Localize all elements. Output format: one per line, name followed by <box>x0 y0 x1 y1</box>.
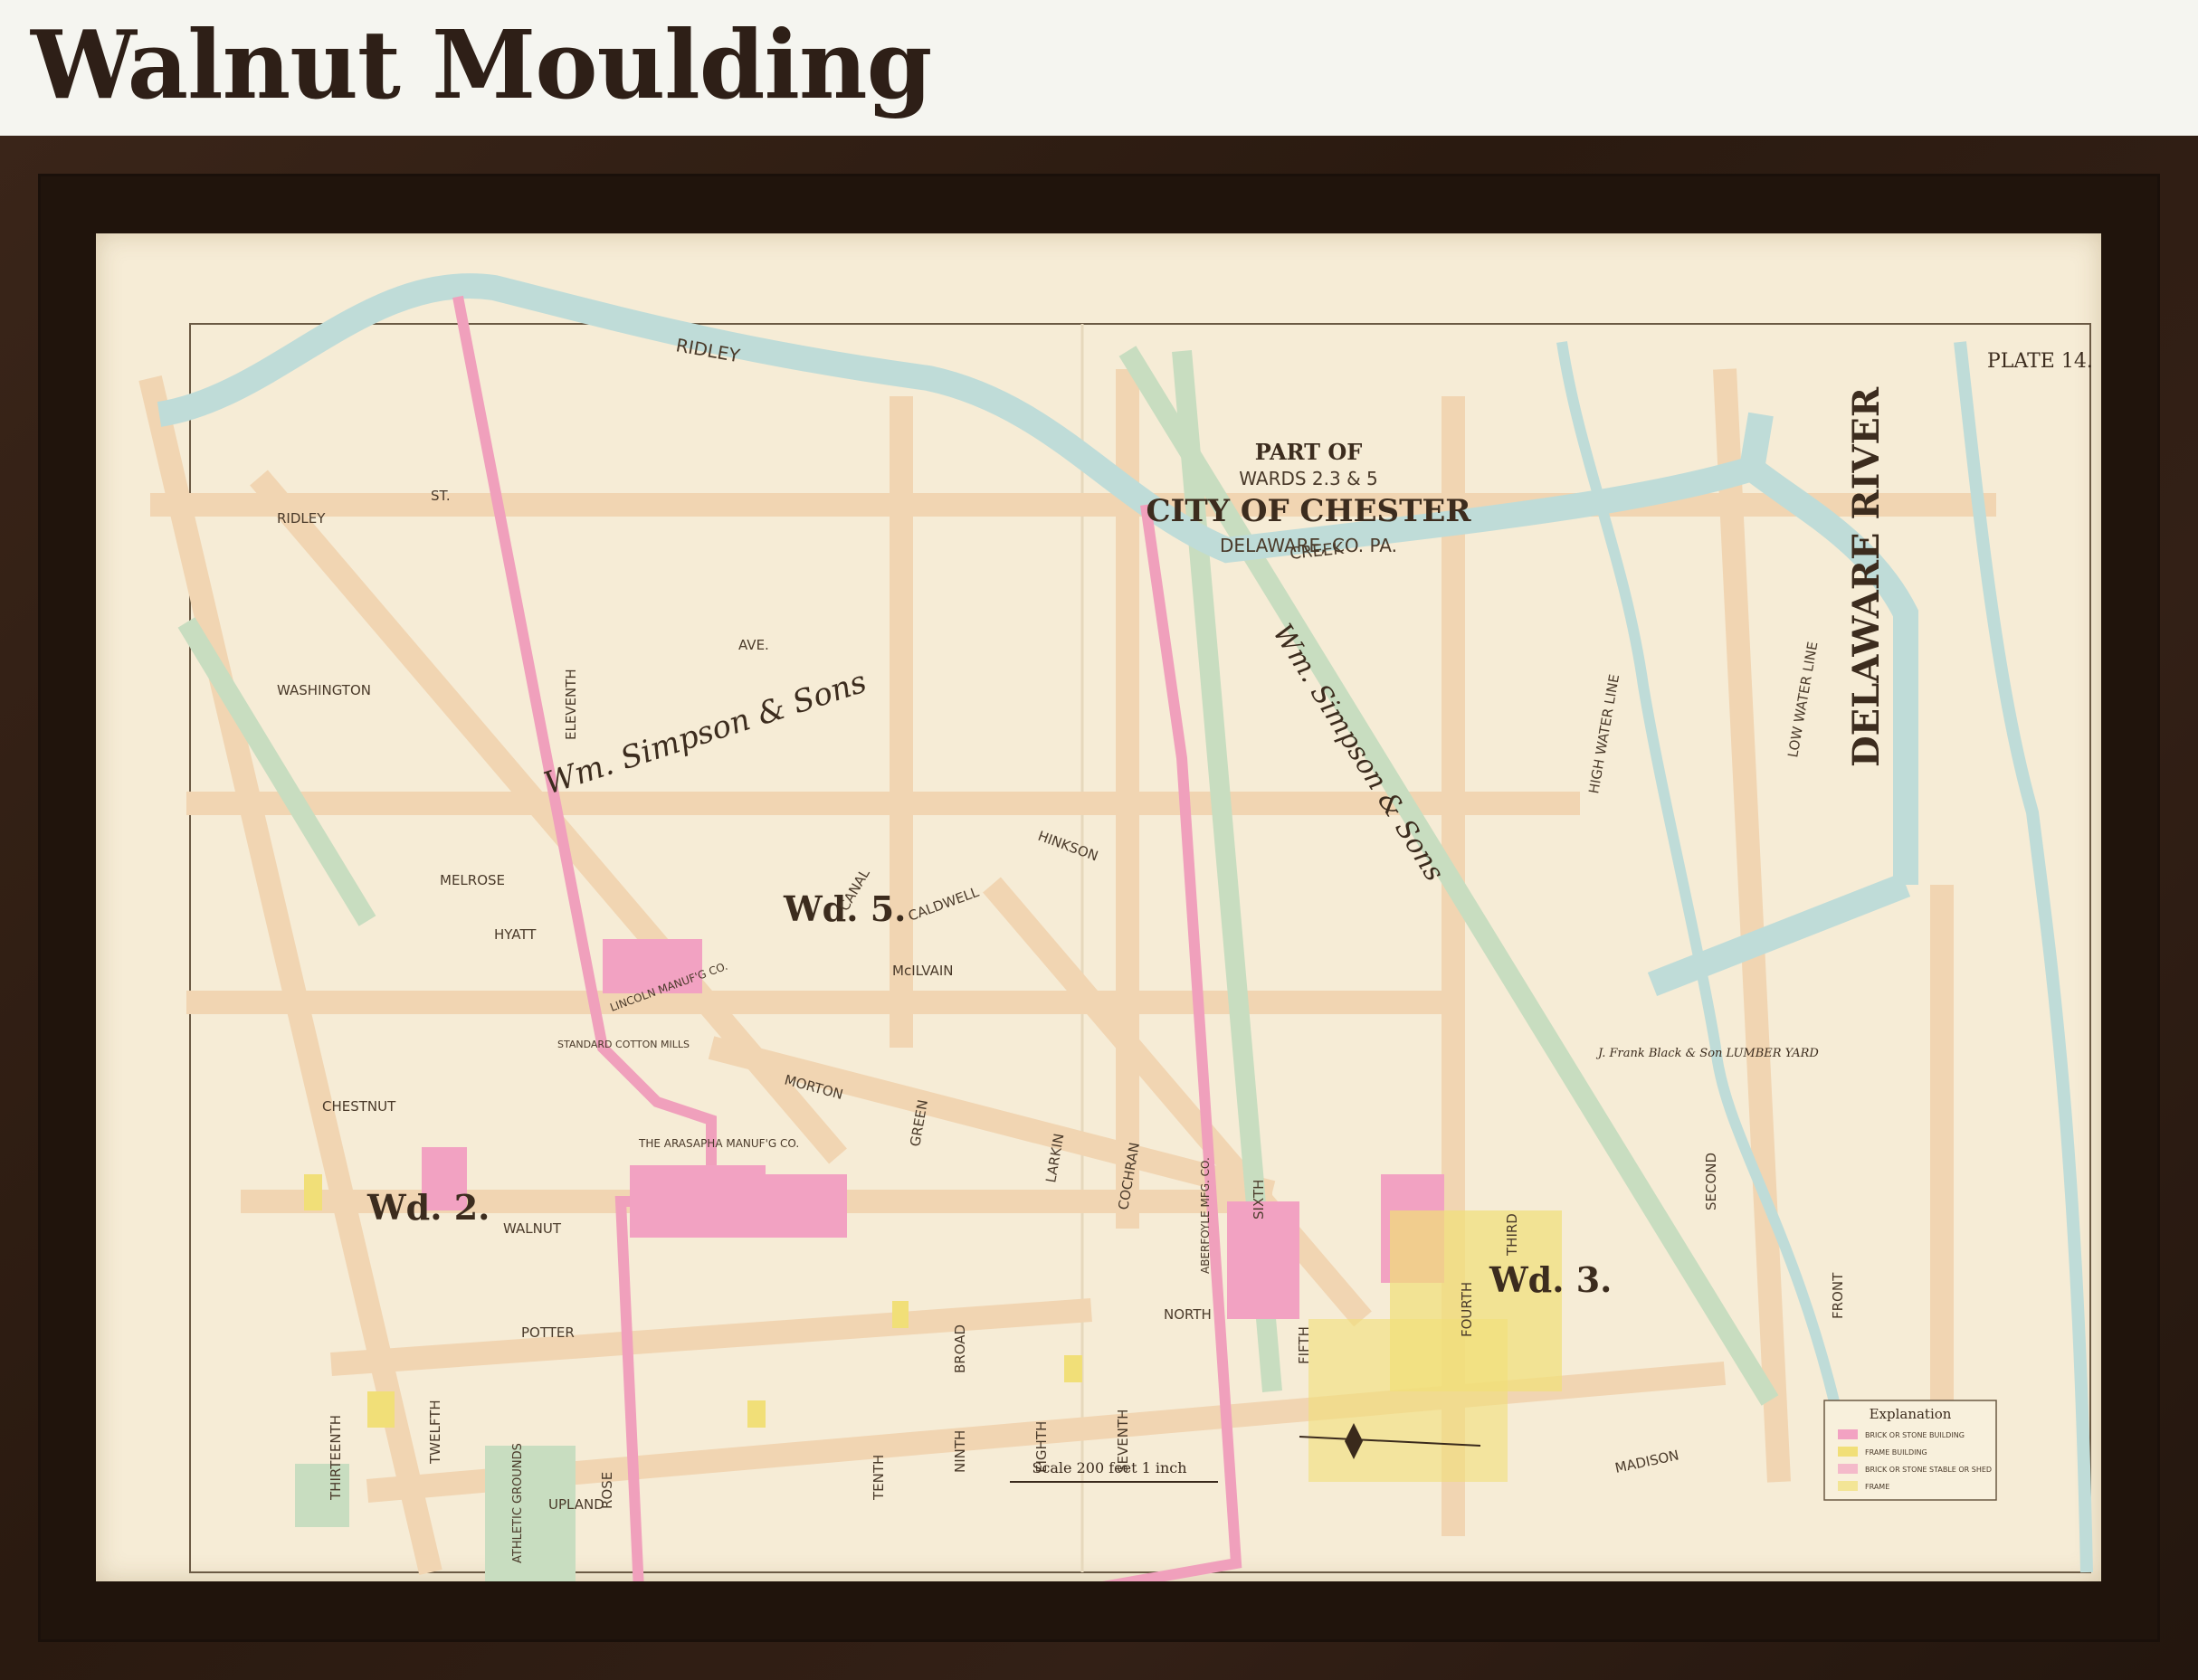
ward-2-label: Wd. 2. <box>366 1187 490 1228</box>
street-chestnut: CHESTNUT <box>322 1098 396 1115</box>
street-broad: BROAD <box>952 1324 968 1373</box>
street-ninth: NINTH <box>952 1430 968 1473</box>
delaware-shore <box>1954 341 2093 1573</box>
street-ridley: RIDLEY <box>277 510 326 527</box>
street-fourth: FOURTH <box>1459 1282 1475 1337</box>
street-st: ST. <box>431 488 451 504</box>
ridley-creek <box>157 273 1918 997</box>
street-north: NORTH <box>1164 1306 1212 1323</box>
street-rose: ROSE <box>599 1472 615 1509</box>
street-walnut: WALNUT <box>503 1220 562 1237</box>
street-second: SECOND <box>1703 1153 1719 1210</box>
page-title: Walnut Moulding <box>31 9 932 120</box>
street-twelfth: TWELFTH <box>427 1400 443 1465</box>
street-thirteenth: THIRTEENTH <box>328 1415 344 1501</box>
owner-simpson-1: Wm. Simpson & Sons <box>539 664 871 802</box>
header-bar: Walnut Moulding <box>0 0 2198 136</box>
legend-title: Explanation <box>1870 1406 1952 1422</box>
street-sixth: SIXTH <box>1251 1180 1267 1220</box>
ward-3-label: Wd. 3. <box>1489 1259 1612 1300</box>
street-tenth: TENTH <box>871 1455 887 1501</box>
street-upland: UPLAND <box>548 1496 604 1513</box>
athletic-grounds: ATHLETIC GROUNDS <box>511 1443 525 1563</box>
mill-aberfoyle: ABERFOYLE MFG. CO. <box>1199 1157 1212 1274</box>
building-blocks <box>295 939 1562 1581</box>
legend-item-1: BRICK OR STONE BUILDING <box>1865 1431 1965 1439</box>
street-front: FRONT <box>1830 1272 1846 1319</box>
street-melrose: MELROSE <box>440 872 505 888</box>
street-eleventh: ELEVENTH <box>563 669 579 740</box>
street-fifth: FIFTH <box>1296 1326 1312 1364</box>
street-madison: MADISON <box>1613 1447 1680 1476</box>
scale-label: Scale 200 feet 1 inch <box>1032 1459 1186 1476</box>
plate-number: PLATE 14. <box>1987 350 2093 373</box>
street-caldwell: CALDWELL <box>906 884 982 925</box>
title-part: PART OF <box>1255 439 1363 465</box>
street-hinkson: HINKSON <box>1036 828 1100 865</box>
low-water-line: LOW WATER LINE <box>1784 641 1821 759</box>
lumber-yard: J. Frank Black & Son LUMBER YARD <box>1595 1047 1819 1060</box>
title-city: CITY OF CHESTER <box>1146 493 1471 529</box>
mill-standard: STANDARD COTTON MILLS <box>557 1039 690 1050</box>
owner-simpson-2: Wm. Simpson & Sons <box>1266 619 1451 887</box>
high-water-line: HIGH WATER LINE <box>1585 673 1622 795</box>
street-mcilvain: McILVAIN <box>892 963 954 979</box>
street-hyatt: HYATT <box>494 926 537 943</box>
street-third: THIRD <box>1504 1213 1520 1257</box>
legend-item-2: FRAME BUILDING <box>1865 1448 1927 1457</box>
map-svg: PLATE 14. PART OF WARDS 2.3 & 5 CITY OF … <box>138 273 2093 1581</box>
mill-arasapha: THE ARASAPHA MANUF'G CO. <box>638 1137 799 1150</box>
river-label: DELAWARE RIVER <box>1845 386 1888 767</box>
map-paper: PLATE 14. PART OF WARDS 2.3 & 5 CITY OF … <box>96 233 2101 1581</box>
legend-item-4: FRAME <box>1865 1483 1889 1491</box>
legend-item-3: BRICK OR STONE STABLE OR SHED <box>1865 1466 1992 1474</box>
title-wards: WARDS 2.3 & 5 <box>1239 468 1378 489</box>
street-potter: POTTER <box>521 1324 575 1341</box>
street-washington: WASHINGTON <box>277 682 371 698</box>
street-ave: AVE. <box>738 637 769 653</box>
legend: Explanation BRICK OR STONE BUILDING FRAM… <box>1823 1400 1997 1501</box>
